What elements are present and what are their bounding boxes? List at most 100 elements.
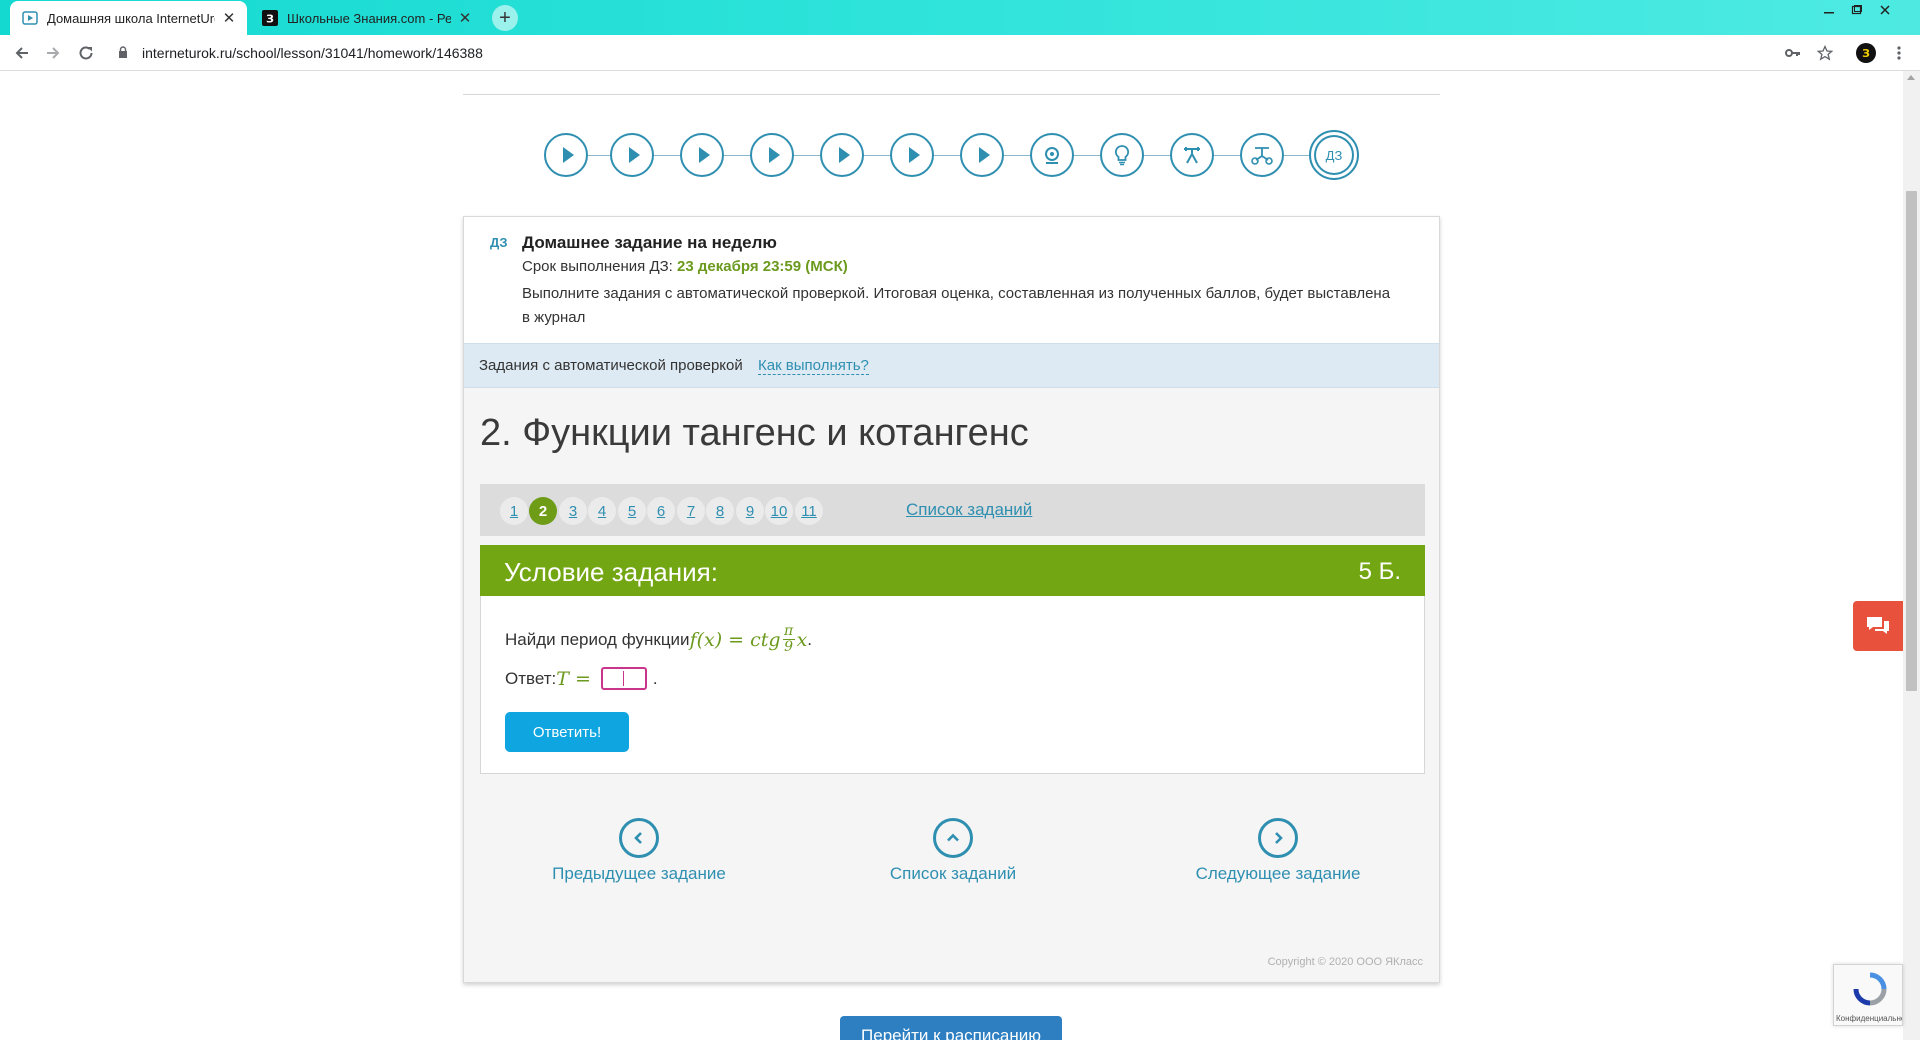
webinar-step-icon[interactable] [1030,133,1074,177]
task-title: 2. Функции тангенс и котангенс [480,412,1029,454]
task-list-link[interactable]: Список заданий [906,500,1032,520]
fraction-denominator: 9 [784,639,794,655]
browser-tab-strip: Домашняя школа InternetUrok.ru ✕ З Школь… [0,0,1920,35]
video-step-icon[interactable] [890,133,934,177]
condition-header: Условие задания: 5 Б. [480,545,1425,596]
answer-label: Ответ: [505,668,557,688]
chat-button[interactable] [1853,601,1903,651]
page-scrollbar[interactable] [1903,71,1920,1040]
answer-row: Ответ: T = . [505,667,658,690]
browser-toolbar: interneturok.ru/school/lesson/31041/home… [0,35,1920,71]
answer-input[interactable] [600,667,647,690]
task-number-link[interactable]: 6 [647,497,675,525]
profile-initial: З [1862,47,1870,60]
scroll-up-arrow-icon[interactable] [1907,75,1915,80]
chevron-up-icon [933,818,973,858]
question-text: Найди период функции f(x) = ctg π 9 x . [505,624,812,655]
recaptcha-text: Конфиденциальность [1836,1014,1902,1023]
task-number-link[interactable]: 1 [500,497,528,525]
bookmark-star-icon[interactable] [1814,42,1836,64]
question-end: . [807,629,813,649]
task-number-link[interactable]: 4 [588,497,616,525]
video-step-icon[interactable] [820,133,864,177]
deadline-value: 23 декабря 23:59 (МСК) [677,258,848,275]
trainer-step-icon[interactable] [1170,133,1214,177]
divider [463,94,1440,95]
next-task-link[interactable]: Следующее задание [1158,818,1398,884]
tab-title: Домашняя школа InternetUrok.ru [47,10,215,26]
tab-interneturok[interactable]: Домашняя школа InternetUrok.ru ✕ [10,1,247,35]
answer-variable: T = [556,667,591,690]
answer-end: . [652,668,658,688]
submit-answer-button[interactable]: Ответить! [505,712,629,752]
auto-check-bar: Задания с автоматической проверкой Как в… [464,343,1439,388]
task-number-current[interactable]: 2 [529,497,557,525]
video-step-icon[interactable] [610,133,654,177]
chevron-right-icon [1258,818,1298,858]
task-number-link[interactable]: 8 [706,497,734,525]
close-window-button[interactable] [1873,0,1897,20]
lock-icon [118,45,132,61]
lightbulb-step-icon[interactable] [1100,133,1144,177]
task-number-bar: 1 2 3 4 5 6 7 8 9 10 11 Список заданий [480,484,1425,536]
new-tab-button[interactable]: + [492,5,518,31]
task-number-link[interactable]: 10 [765,497,793,525]
task-list-nav-link[interactable]: Список заданий [833,818,1073,884]
auto-check-label: Задания с автоматической проверкой [479,357,743,374]
restore-window-button[interactable] [1845,0,1869,20]
prev-task-label: Предыдущее задание [552,864,726,883]
menu-kebab-icon[interactable] [1888,42,1910,64]
go-to-schedule-button[interactable]: Перейти к расписанию [840,1016,1062,1040]
deadline-label: Срок выполнения ДЗ: [522,258,678,275]
task-area: 2. Функции тангенс и котангенс 1 2 3 4 5… [464,388,1439,982]
homework-header: ДЗ Домашнее задание на неделю Срок выпол… [464,217,1439,343]
homework-badge: ДЗ [490,235,508,250]
question-label: Найди период функции [505,629,690,649]
task-number-link[interactable]: 5 [618,497,646,525]
homework-card: ДЗ Домашнее задание на неделю Срок выпол… [463,216,1440,983]
task-points: 5 Б. [1358,558,1401,585]
fraction-numerator: π [783,623,794,639]
homework-step[interactable]: ДЗ [1309,130,1359,180]
profile-avatar[interactable]: З [1855,42,1877,64]
reload-icon[interactable] [74,41,98,65]
formula-fraction: π 9 [782,623,795,655]
condition-panel: Условие задания: 5 Б. Найди период функц… [480,545,1425,774]
tab-title: Школьные Знания.com - Решае [287,10,451,26]
video-step-icon[interactable] [544,133,588,177]
task-number-link[interactable]: 3 [559,497,587,525]
video-step-icon[interactable] [750,133,794,177]
video-step-icon[interactable] [960,133,1004,177]
task-number-link[interactable]: 9 [736,497,764,525]
tests-step-icon[interactable] [1240,133,1284,177]
recaptcha-logo-icon [1853,972,1887,1006]
next-task-label: Следующее задание [1195,864,1361,883]
task-number-link[interactable]: 11 [795,497,823,525]
close-tab-icon[interactable]: ✕ [221,9,237,27]
formula-right: x [796,628,808,651]
homework-deadline: Срок выполнения ДЗ: 23 декабря 23:59 (МС… [522,258,848,275]
chat-bubbles-icon [1867,617,1889,634]
how-to-link[interactable]: Как выполнять? [758,357,869,375]
task-list-label: Список заданий [889,864,1017,883]
tab-znania[interactable]: З Школьные Знания.com - Решае ✕ [250,1,483,35]
task-number-link[interactable]: 7 [677,497,705,525]
homework-title: Домашнее задание на неделю [522,233,777,252]
url-text: interneturok.ru/school/lesson/31041/home… [142,45,483,61]
prev-task-link[interactable]: Предыдущее задание [519,818,759,884]
interneturok-favicon-icon [22,10,38,26]
svg-text:З: З [266,13,274,26]
scroll-thumb[interactable] [1906,191,1917,691]
minimize-window-button[interactable] [1817,0,1841,20]
video-step-icon[interactable] [680,133,724,177]
condition-title: Условие задания: [504,557,718,587]
copyright: Copyright © 2020 ООО ЯКласс [1267,956,1423,968]
back-icon[interactable] [10,41,34,65]
address-bar[interactable]: interneturok.ru/school/lesson/31041/home… [110,39,1810,67]
chevron-left-icon [619,818,659,858]
znania-favicon-icon: З [262,10,278,26]
close-tab-icon[interactable]: ✕ [457,9,473,27]
forward-icon[interactable] [41,41,65,65]
recaptcha-badge[interactable]: Конфиденциальность [1833,964,1903,1026]
key-icon[interactable] [1782,42,1804,64]
